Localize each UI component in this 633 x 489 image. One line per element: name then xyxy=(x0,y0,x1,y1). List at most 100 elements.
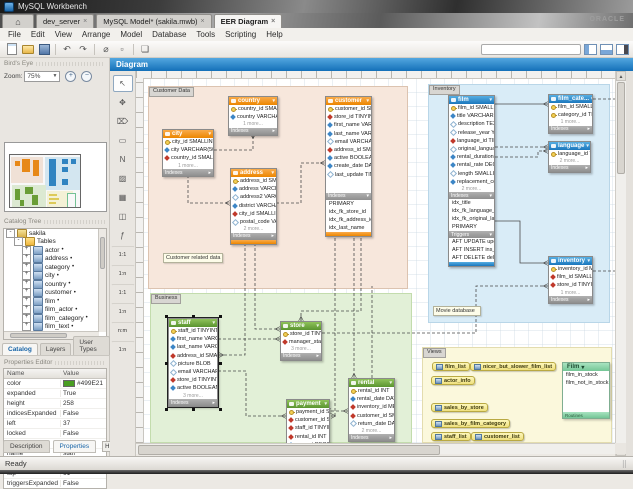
expand-icon[interactable]: ▾ xyxy=(389,380,392,386)
column-row[interactable]: release_year YEAR xyxy=(449,129,494,137)
menu-help[interactable]: Help xyxy=(261,30,287,39)
column-row[interactable]: last_name VARCHA... xyxy=(326,130,371,138)
column-row[interactable]: film_id SMALLINT xyxy=(549,103,592,111)
view-film-list[interactable]: film_list xyxy=(432,362,470,371)
indexes-footer[interactable]: Indexes▸ xyxy=(169,399,217,406)
note-tool[interactable]: N xyxy=(113,151,133,168)
table-header[interactable]: store▾ xyxy=(281,322,321,330)
tree-item-film-text[interactable]: +film_text• xyxy=(4,323,106,332)
table-store[interactable]: store▾store_id TINYINTmanager_staff_id..… xyxy=(280,321,322,361)
note-movie-database[interactable]: Movie database xyxy=(433,306,481,316)
scroll-up-icon[interactable]: ▲ xyxy=(616,71,626,81)
section-bar-indexes[interactable]: Indexes▾ xyxy=(326,193,371,200)
column-row[interactable]: length SMALLINT xyxy=(449,170,494,178)
column-row[interactable]: film_id SMALLINT xyxy=(549,273,592,281)
table-header[interactable]: address▾ xyxy=(231,169,276,177)
tab-dev-server[interactable]: dev_server× xyxy=(36,14,94,28)
indexes-footer[interactable]: Indexes▸ xyxy=(549,296,592,303)
menu-edit[interactable]: Edit xyxy=(26,30,50,39)
menu-model[interactable]: Model xyxy=(115,30,147,39)
column-row[interactable]: language_id TINY... xyxy=(549,150,590,158)
column-row[interactable]: rental_rate DECIMA... xyxy=(449,161,494,169)
canvas-horizontal-scrollbar[interactable] xyxy=(136,443,615,454)
layer-tool[interactable]: ▭ xyxy=(113,132,133,149)
property-row[interactable]: lockedFalse xyxy=(4,429,106,439)
relationship-line[interactable] xyxy=(495,221,548,263)
column-row[interactable]: first_name VARCH... xyxy=(169,335,217,343)
section-row[interactable]: idx_fk_address_id xyxy=(326,216,371,224)
indexes-footer[interactable]: Indexes▸ xyxy=(549,165,590,172)
pointer-tool[interactable]: ↖ xyxy=(113,75,133,92)
tab-close-icon[interactable]: × xyxy=(201,18,205,25)
column-row[interactable]: customer_id SMALL... xyxy=(326,105,371,113)
column-row[interactable]: first_name VARCHA... xyxy=(326,121,371,129)
column-row[interactable]: active BOOLEAN xyxy=(326,154,371,162)
view-staff-list[interactable]: staff_list xyxy=(431,432,471,441)
routine-item[interactable]: film_in_stock xyxy=(563,371,609,379)
tab-description[interactable]: Description xyxy=(3,440,50,453)
resize-grip[interactable]: ⣿ xyxy=(622,460,628,468)
routine-group-header[interactable]: Film▾ xyxy=(563,363,609,371)
column-row[interactable]: country VARCHAR(50) xyxy=(229,113,277,121)
column-row[interactable]: email VARCHAR(50) xyxy=(326,138,371,146)
selection-handle[interactable] xyxy=(192,315,195,318)
table-header[interactable]: staff▾ xyxy=(169,319,217,327)
section-row[interactable]: AFT INSERT ins_film xyxy=(449,246,494,254)
column-row[interactable]: staff_id TINYINT xyxy=(169,327,217,335)
tab-properties[interactable]: Properties xyxy=(53,440,97,453)
property-row[interactable]: expandedTrue xyxy=(4,389,106,399)
column-row[interactable]: country_id SMALLINT xyxy=(163,154,213,162)
column-row[interactable]: rental_date DATE... xyxy=(349,395,394,403)
section-row[interactable]: PRIMARY xyxy=(326,200,371,208)
property-row[interactable]: left37 xyxy=(4,419,106,429)
section-row[interactable]: idx_fk_original_langu... xyxy=(449,215,494,223)
section-row[interactable]: idx_fk_language_id xyxy=(449,207,494,215)
tree-item-country[interactable]: +country• xyxy=(4,280,106,289)
indexes-footer[interactable]: Indexes▸ xyxy=(281,353,321,360)
expand-icon[interactable]: ▾ xyxy=(366,98,369,104)
undo-icon[interactable]: ↶ xyxy=(60,43,74,56)
table-film[interactable]: film▾film_id SMALLINTtitle VARCHAR(255)d… xyxy=(448,95,495,267)
column-row[interactable]: customer_id SMA... xyxy=(349,412,394,420)
tab-user-types[interactable]: User Types xyxy=(73,336,110,355)
expand-icon[interactable]: ▾ xyxy=(489,97,492,103)
column-row[interactable]: store_id TINYINT xyxy=(281,330,321,338)
tab-catalog[interactable]: Catalog xyxy=(2,343,38,355)
column-row[interactable]: city_id SMALLINT xyxy=(163,138,213,146)
indexes-footer[interactable]: Indexes▸ xyxy=(229,128,277,135)
expand-icon[interactable]: ▾ xyxy=(212,320,215,326)
indexes-footer[interactable]: Indexes▸ xyxy=(349,434,394,441)
tab-close-icon[interactable]: × xyxy=(83,18,87,25)
table-address[interactable]: address▾address_id SMALLINTaddress VARCH… xyxy=(230,168,277,245)
expand-icon[interactable]: ▾ xyxy=(316,323,319,329)
selection-handle[interactable] xyxy=(219,315,222,318)
zoom-select[interactable]: 75%▼ xyxy=(24,71,60,82)
column-row[interactable]: manager_staff_id... xyxy=(281,338,321,346)
section-row[interactable]: AFT DELETE del_film xyxy=(449,254,494,262)
toggle-bottom-panel-icon[interactable] xyxy=(600,44,613,55)
view-nicer-but-slower-film-list[interactable]: nicer_but_slower_film_list xyxy=(470,362,556,371)
tree-item-film-actor[interactable]: +film_actor• xyxy=(4,306,106,315)
section-row[interactable]: AFT UPDATE upd_film xyxy=(449,238,494,246)
selection-handle[interactable] xyxy=(219,408,222,411)
expand-icon[interactable]: ▾ xyxy=(587,258,590,264)
routine-group-film[interactable]: Film▾film_in_stockfilm_not_in_stockRouti… xyxy=(562,362,610,419)
expand-icon[interactable]: ▾ xyxy=(324,401,327,407)
tree-item-film[interactable]: +film• xyxy=(4,297,106,306)
column-row[interactable]: inventory_id MEDI... xyxy=(549,265,592,273)
section-bar-indexes[interactable]: Indexes▾ xyxy=(449,192,494,199)
relationship-line[interactable] xyxy=(255,238,280,329)
relationship-line[interactable] xyxy=(214,134,253,150)
tree-item-customer[interactable]: +customer• xyxy=(4,289,106,298)
indexes-footer[interactable]: Indexes▸ xyxy=(231,233,276,240)
column-row[interactable]: address VARCHAR(50) xyxy=(231,185,276,193)
property-row[interactable]: triggersExpandedFalse xyxy=(4,479,106,489)
tab-layers[interactable]: Layers xyxy=(40,343,72,355)
tab-mysql-model-sakila-mwb[interactable]: MySQL Model* (sakila.mwb)× xyxy=(96,14,211,28)
table-inventory[interactable]: inventory▾inventory_id MEDI...film_id SM… xyxy=(548,256,593,304)
hand-tool[interactable]: ✥ xyxy=(113,94,133,111)
table-payment[interactable]: payment▾payment_id SMA...customer_id SMA… xyxy=(286,399,330,443)
expand-icon[interactable]: ▸ xyxy=(271,233,274,239)
table-header[interactable]: customer▾ xyxy=(326,97,371,105)
table-header[interactable]: film▾ xyxy=(449,96,494,104)
